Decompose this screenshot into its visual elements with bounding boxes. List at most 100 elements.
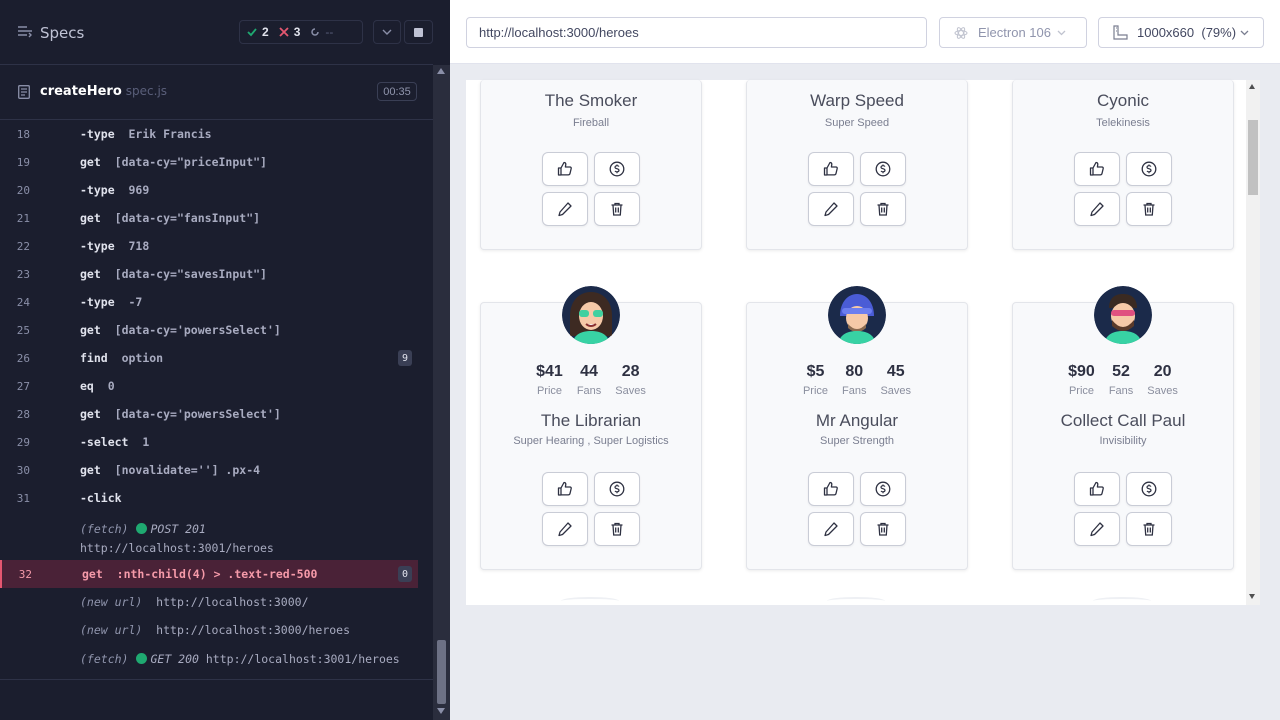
pencil-icon [1090,202,1104,217]
pay-button[interactable] [860,472,906,506]
price-stat: $5 Price [803,363,828,397]
specs-title[interactable]: Specs [40,24,84,42]
price-value: $41 [536,363,563,380]
command-row[interactable]: 29 -select 1 [17,428,418,456]
like-button[interactable] [808,472,854,506]
aut-scroll-down-icon[interactable] [1249,594,1255,599]
thumbs-up-icon [1089,161,1104,176]
aut-scroll-thumb[interactable] [1248,120,1258,195]
thumbs-up-icon [1089,481,1104,496]
pay-button[interactable] [1126,152,1172,186]
expand-button[interactable] [373,20,401,44]
command-method: -type [80,295,115,309]
like-button[interactable] [808,152,854,186]
new-url-log[interactable]: (new url) http://localhost:3000/ [30,588,418,616]
line-number: 27 [16,379,30,393]
pay-button[interactable] [594,152,640,186]
reporter-scroll-thumb[interactable] [437,640,446,704]
command-row[interactable]: 30 get [novalidate=''] .px-4 [17,456,418,484]
line-number: 24 [16,295,30,309]
command-name: -select 1 [80,435,149,449]
browser-selector[interactable]: Electron 106 [939,17,1087,48]
command-row[interactable]: 24 -type -7 [17,288,418,316]
pay-button[interactable] [594,472,640,506]
ruler-icon [1113,25,1128,40]
command-name: -type 969 [80,183,149,197]
command-row[interactable]: 27 eq 0 [17,372,418,400]
delete-button[interactable] [1126,192,1172,226]
new-url-log[interactable]: (new url) http://localhost:3000/heroes [30,616,418,644]
command-name: find option [80,351,163,365]
like-button[interactable] [542,472,588,506]
failed-command-row[interactable]: 32 get :nth-child(4) > .text-red-500 0 [0,560,418,588]
file-icon [18,85,30,99]
delete-button[interactable] [860,512,906,546]
command-row[interactable]: 21 get [data-cy="fansInput"] [17,204,418,232]
edit-button[interactable] [1074,512,1120,546]
delete-button[interactable] [1126,512,1172,546]
success-dot-icon [136,523,148,534]
pencil-icon [558,522,572,537]
fetch-log-get[interactable]: (fetch) GET 200 http://localhost:3001/her… [30,644,418,674]
failed-stat: 3 [279,25,300,39]
pay-button[interactable] [860,152,906,186]
edit-button[interactable] [542,512,588,546]
line-number: 29 [16,435,30,449]
delete-button[interactable] [860,192,906,226]
like-button[interactable] [1074,472,1120,506]
line-number: 19 [16,155,30,169]
command-row[interactable]: 19 get [data-cy="priceInput"] [17,148,418,176]
zoom-level: (79%) [1201,25,1237,40]
aut-scroll-up-icon[interactable] [1249,84,1255,89]
log-kind: (new url) [80,623,143,637]
like-button[interactable] [1074,152,1120,186]
command-row[interactable]: 31 -click [17,484,418,512]
scroll-up-icon[interactable] [437,68,445,74]
command-method: -select [80,435,129,449]
log-method: POST 201 [150,522,206,536]
hero-name: Warp Speed [810,91,904,110]
edit-button[interactable] [1074,192,1120,226]
pay-button[interactable] [1126,472,1172,506]
hero-powers: Telekinesis [1096,117,1150,129]
edit-button[interactable] [808,192,854,226]
command-name: get [data-cy='powersSelect'] [80,407,281,421]
command-row[interactable]: 25 get [data-cy='powersSelect'] [17,316,418,344]
hero-name: Mr Angular [815,411,899,430]
edit-button[interactable] [542,192,588,226]
command-row[interactable]: 28 get [data-cy='powersSelect'] [17,400,418,428]
url-bar[interactable]: http://localhost:3000/heroes [466,17,927,48]
success-dot-icon [136,653,148,664]
command-method: get [80,407,101,421]
hero-powers: Super Strength [820,435,894,447]
command-method: -click [80,491,122,505]
stop-button[interactable] [404,20,433,44]
command-arg: [data-cy='powersSelect'] [114,407,281,421]
viewport-selector[interactable]: 1000x660 (79%) [1098,17,1264,48]
specs-list-icon[interactable] [18,25,32,39]
log-kind: (fetch) [80,522,129,536]
hero-powers: Super Speed [824,117,890,129]
check-icon [247,28,257,37]
command-method: -type [80,183,115,197]
command-method: get [80,211,101,225]
scroll-down-icon[interactable] [437,708,445,714]
hero-actions [1074,152,1172,226]
test-stats: 2 3 -- [239,20,363,44]
delete-button[interactable] [594,512,640,546]
log-url: http://localhost:3000/ [156,595,309,609]
like-button[interactable] [542,152,588,186]
hero-stats: $90 Price 52 Fans 20 Saves [1013,363,1233,397]
delete-button[interactable] [594,192,640,226]
edit-button[interactable] [808,512,854,546]
reporter-scrollbar[interactable] [433,65,450,720]
spec-name[interactable]: createHero spec.js [40,84,167,99]
fetch-log-post[interactable]: (fetch) POST 201 http://localhost:3001/he… [30,512,418,560]
hero-powers: Super Hearing , Super Logistics [513,435,669,447]
command-row[interactable]: 23 get [data-cy="savesInput"] [17,260,418,288]
command-row[interactable]: 22 -type 718 [17,232,418,260]
line-number: 25 [16,323,30,337]
command-row[interactable]: 26 find option 9 [17,344,418,372]
command-row[interactable]: 18 -type Erik Francis [17,120,418,148]
command-row[interactable]: 20 -type 969 [17,176,418,204]
